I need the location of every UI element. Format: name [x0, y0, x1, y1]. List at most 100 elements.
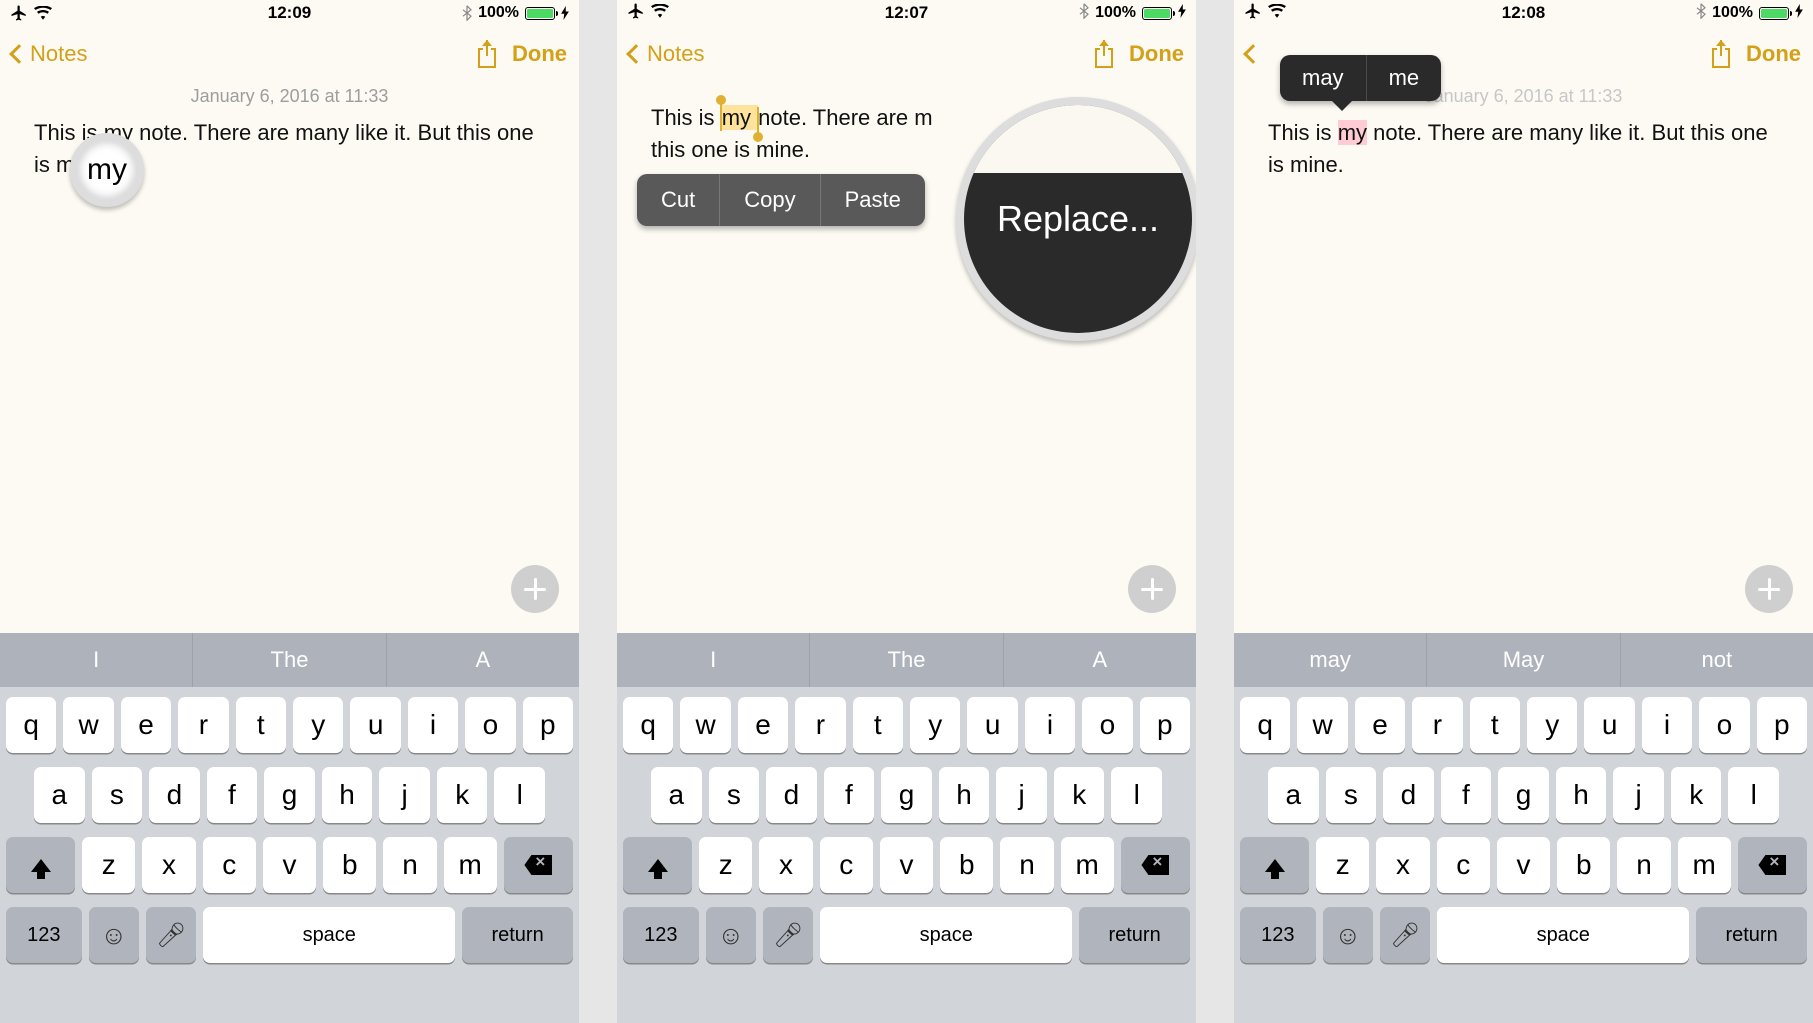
- back-button[interactable]: Notes: [12, 41, 87, 67]
- magnified-replace-label[interactable]: Replace...: [997, 198, 1159, 240]
- done-button[interactable]: Done: [1746, 41, 1801, 67]
- key-v[interactable]: v: [1497, 837, 1550, 893]
- key-m[interactable]: m: [1678, 837, 1731, 893]
- key-space[interactable]: space: [1437, 907, 1689, 963]
- replace-option-1[interactable]: may: [1280, 55, 1367, 101]
- key-s[interactable]: s: [1326, 767, 1377, 823]
- key-f[interactable]: f: [824, 767, 875, 823]
- key-t[interactable]: t: [236, 697, 286, 753]
- key-g[interactable]: g: [881, 767, 932, 823]
- key-m[interactable]: m: [1061, 837, 1114, 893]
- key-b[interactable]: b: [940, 837, 993, 893]
- key-emoji[interactable]: ☺: [1323, 907, 1373, 963]
- key-x[interactable]: x: [1376, 837, 1429, 893]
- key-v[interactable]: v: [880, 837, 933, 893]
- key-emoji[interactable]: ☺: [706, 907, 756, 963]
- key-u[interactable]: u: [967, 697, 1017, 753]
- key-t[interactable]: t: [1470, 697, 1520, 753]
- key-123[interactable]: 123: [623, 907, 699, 963]
- key-y[interactable]: y: [293, 697, 343, 753]
- key-i[interactable]: i: [1025, 697, 1075, 753]
- key-n[interactable]: n: [383, 837, 436, 893]
- key-k[interactable]: k: [1671, 767, 1722, 823]
- key-backspace[interactable]: [1738, 837, 1807, 893]
- key-n[interactable]: n: [1000, 837, 1053, 893]
- key-i[interactable]: i: [1642, 697, 1692, 753]
- key-w[interactable]: w: [1297, 697, 1347, 753]
- key-mic[interactable]: 🎤︎: [1380, 907, 1430, 963]
- key-z[interactable]: z: [699, 837, 752, 893]
- key-r[interactable]: r: [795, 697, 845, 753]
- suggestion-3[interactable]: not: [1621, 633, 1813, 687]
- key-k[interactable]: k: [437, 767, 488, 823]
- done-button[interactable]: Done: [512, 41, 567, 67]
- key-p[interactable]: p: [1140, 697, 1190, 753]
- key-w[interactable]: w: [680, 697, 730, 753]
- key-l[interactable]: l: [1728, 767, 1779, 823]
- key-b[interactable]: b: [323, 837, 376, 893]
- edit-paste[interactable]: Paste: [821, 174, 925, 226]
- key-o[interactable]: o: [1082, 697, 1132, 753]
- note-body[interactable]: This is my note. There are many like it.…: [1234, 107, 1813, 633]
- key-q[interactable]: q: [6, 697, 56, 753]
- key-g[interactable]: g: [264, 767, 315, 823]
- key-d[interactable]: d: [766, 767, 817, 823]
- suggestion-1[interactable]: I: [617, 633, 810, 687]
- key-z[interactable]: z: [82, 837, 135, 893]
- key-q[interactable]: q: [1240, 697, 1290, 753]
- key-v[interactable]: v: [263, 837, 316, 893]
- key-o[interactable]: o: [1699, 697, 1749, 753]
- share-button[interactable]: [476, 40, 498, 68]
- key-j[interactable]: j: [379, 767, 430, 823]
- key-mic[interactable]: 🎤︎: [146, 907, 196, 963]
- key-i[interactable]: i: [408, 697, 458, 753]
- suggestion-2[interactable]: The: [193, 633, 386, 687]
- key-b[interactable]: b: [1557, 837, 1610, 893]
- key-shift[interactable]: [623, 837, 692, 893]
- key-a[interactable]: a: [34, 767, 85, 823]
- key-f[interactable]: f: [1441, 767, 1492, 823]
- key-o[interactable]: o: [465, 697, 515, 753]
- key-s[interactable]: s: [709, 767, 760, 823]
- share-button[interactable]: [1710, 40, 1732, 68]
- key-l[interactable]: l: [494, 767, 545, 823]
- key-emoji[interactable]: ☺: [89, 907, 139, 963]
- key-c[interactable]: c: [820, 837, 873, 893]
- suggestion-1[interactable]: may: [1234, 633, 1427, 687]
- back-button[interactable]: Notes: [629, 41, 704, 67]
- key-backspace[interactable]: [1121, 837, 1190, 893]
- suggestion-1[interactable]: I: [0, 633, 193, 687]
- key-a[interactable]: a: [1268, 767, 1319, 823]
- suggestion-2[interactable]: May: [1427, 633, 1620, 687]
- key-g[interactable]: g: [1498, 767, 1549, 823]
- key-y[interactable]: y: [910, 697, 960, 753]
- key-q[interactable]: q: [623, 697, 673, 753]
- key-d[interactable]: d: [1383, 767, 1434, 823]
- key-backspace[interactable]: [504, 837, 573, 893]
- key-return[interactable]: return: [1079, 907, 1190, 963]
- key-e[interactable]: e: [1355, 697, 1405, 753]
- add-attachment-button[interactable]: [1745, 565, 1793, 613]
- key-m[interactable]: m: [444, 837, 497, 893]
- done-button[interactable]: Done: [1129, 41, 1184, 67]
- key-a[interactable]: a: [651, 767, 702, 823]
- add-attachment-button[interactable]: [511, 565, 559, 613]
- share-button[interactable]: [1093, 40, 1115, 68]
- suggestion-2[interactable]: The: [810, 633, 1003, 687]
- highlighted-word[interactable]: my: [1338, 120, 1367, 145]
- key-p[interactable]: p: [1757, 697, 1807, 753]
- edit-cut[interactable]: Cut: [637, 174, 720, 226]
- key-x[interactable]: x: [142, 837, 195, 893]
- key-k[interactable]: k: [1054, 767, 1105, 823]
- key-c[interactable]: c: [203, 837, 256, 893]
- key-return[interactable]: return: [1696, 907, 1807, 963]
- key-l[interactable]: l: [1111, 767, 1162, 823]
- key-p[interactable]: p: [523, 697, 573, 753]
- key-c[interactable]: c: [1437, 837, 1490, 893]
- key-f[interactable]: f: [207, 767, 258, 823]
- key-d[interactable]: d: [149, 767, 200, 823]
- key-u[interactable]: u: [1584, 697, 1634, 753]
- key-u[interactable]: u: [350, 697, 400, 753]
- key-h[interactable]: h: [939, 767, 990, 823]
- key-t[interactable]: t: [853, 697, 903, 753]
